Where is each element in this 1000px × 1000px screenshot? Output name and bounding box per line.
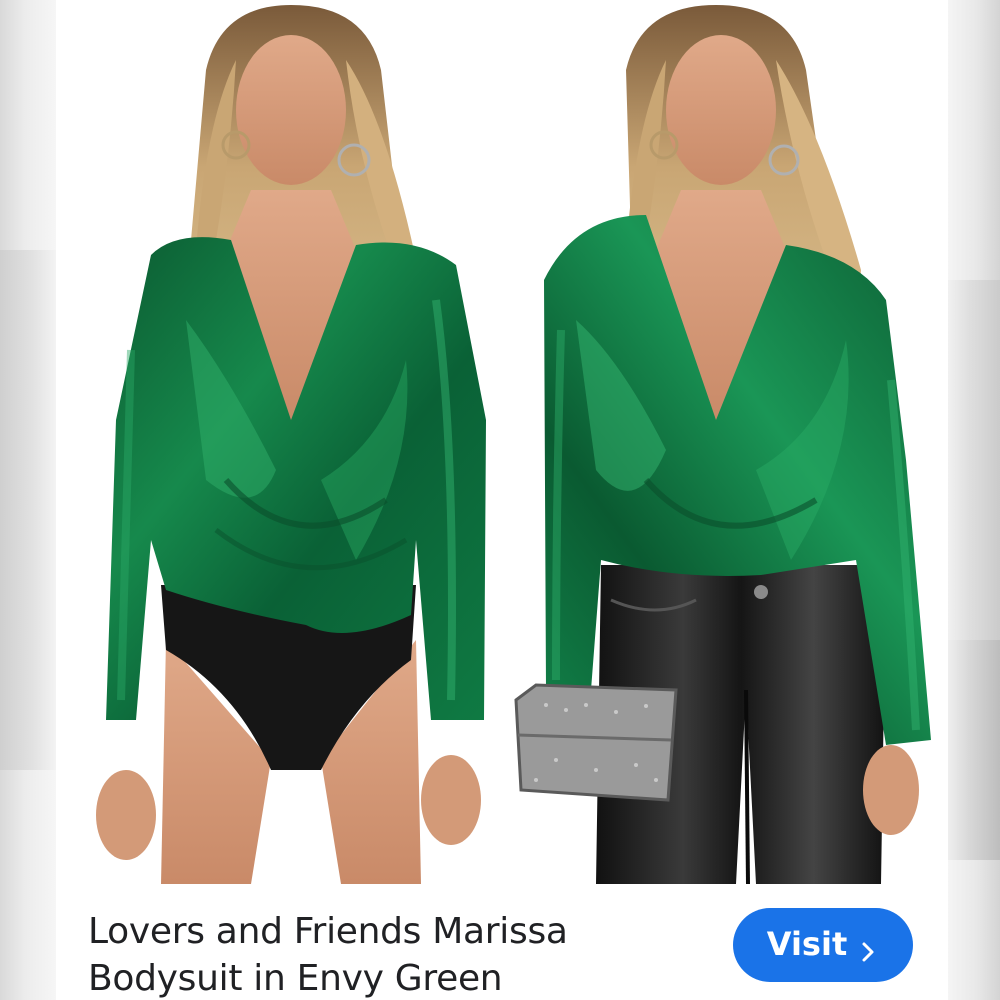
right-blur-shadow bbox=[948, 640, 1000, 860]
product-image[interactable] bbox=[56, 0, 948, 884]
left-blur-band bbox=[0, 250, 56, 770]
right-model bbox=[514, 5, 931, 884]
screenshot-frame: Lovers and Friends Marissa Bodysuit in E… bbox=[0, 0, 1000, 1000]
product-title[interactable]: Lovers and Friends Marissa Bodysuit in E… bbox=[88, 908, 688, 1000]
product-title-line-2: Bodysuit in Envy Green bbox=[88, 958, 503, 999]
visit-button-label: Visit bbox=[766, 925, 848, 963]
left-model bbox=[96, 5, 486, 884]
visit-button[interactable]: Visit bbox=[733, 908, 913, 982]
chevron-right-icon bbox=[857, 933, 879, 962]
clutch-bag bbox=[514, 683, 678, 802]
product-title-line-1: Lovers and Friends Marissa bbox=[88, 911, 568, 952]
result-footer: Lovers and Friends Marissa Bodysuit in E… bbox=[56, 884, 948, 1000]
